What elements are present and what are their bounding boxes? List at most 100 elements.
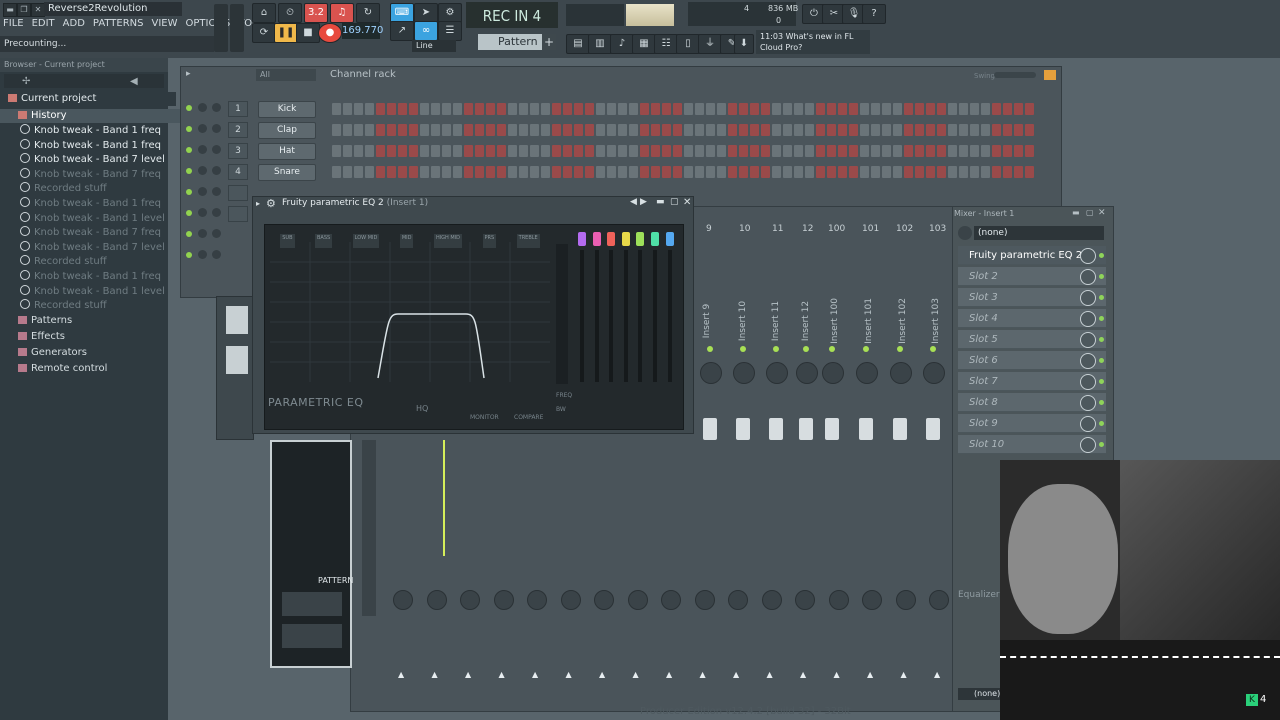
step-button[interactable] (662, 145, 671, 157)
eq-band-handle-icon[interactable] (592, 232, 601, 246)
step-button[interactable] (618, 166, 627, 178)
step-button[interactable] (1025, 166, 1034, 178)
mixer-strip-led-icon[interactable] (897, 346, 903, 352)
pause-button[interactable]: ❚❚ (274, 23, 298, 43)
step-button[interactable] (772, 103, 781, 115)
step-button[interactable] (574, 166, 583, 178)
step-button[interactable] (937, 103, 946, 115)
slot-enable-led-icon[interactable] (1099, 400, 1104, 405)
stereo-knob-icon[interactable] (460, 590, 480, 610)
step-button[interactable] (552, 103, 561, 115)
mixer-minimize-icon[interactable]: ▬ (1072, 208, 1080, 217)
step-button[interactable] (838, 103, 847, 115)
step-button[interactable] (651, 166, 660, 178)
step-button[interactable] (750, 145, 759, 157)
effect-slot[interactable]: Slot 5 (958, 330, 1106, 349)
step-button[interactable] (442, 145, 451, 157)
channel-led-icon[interactable] (186, 210, 192, 216)
history-entry[interactable]: Recorded stuff (0, 299, 107, 313)
channel-number[interactable]: 2 (228, 122, 248, 138)
step-button[interactable] (838, 145, 847, 157)
step-button[interactable] (1014, 145, 1023, 157)
channel-led-icon[interactable] (186, 168, 192, 174)
step-button[interactable] (420, 124, 429, 136)
send-arrow-icon[interactable]: ▲ (834, 670, 840, 679)
step-button[interactable] (651, 124, 660, 136)
step-button[interactable] (629, 103, 638, 115)
step-button[interactable] (750, 103, 759, 115)
step-button[interactable] (541, 166, 550, 178)
send-arrow-icon[interactable]: ▲ (733, 670, 739, 679)
minimize-icon[interactable]: ▬ (3, 3, 17, 17)
step-button[interactable] (508, 166, 517, 178)
slot-enable-led-icon[interactable] (1099, 295, 1104, 300)
step-button[interactable] (618, 103, 627, 115)
step-button[interactable] (673, 103, 682, 115)
step-button[interactable] (926, 145, 935, 157)
step-button[interactable] (827, 166, 836, 178)
step-button[interactable] (915, 145, 924, 157)
step-button[interactable] (409, 166, 418, 178)
snap-select[interactable]: Line (412, 40, 456, 52)
eq-band-fader[interactable] (609, 250, 614, 382)
stereo-knob-icon[interactable] (393, 590, 413, 610)
step-button[interactable] (464, 124, 473, 136)
eq-band-fader[interactable] (667, 250, 672, 382)
step-button[interactable] (728, 145, 737, 157)
history-entry[interactable]: Knob tweak - Band 1 level (0, 284, 165, 299)
menu-patterns[interactable]: PATTERNS (92, 18, 145, 32)
mixer-strip-led-icon[interactable] (930, 346, 936, 352)
send-arrow-icon[interactable]: ▲ (599, 670, 605, 679)
step-button[interactable] (431, 124, 440, 136)
step-button[interactable] (959, 124, 968, 136)
step-button[interactable] (563, 145, 572, 157)
slot-mix-knob-icon[interactable] (1080, 374, 1096, 390)
effect-slot[interactable]: Slot 9 (958, 414, 1106, 433)
step-button[interactable] (508, 124, 517, 136)
stereo-knob-icon[interactable] (795, 590, 815, 610)
pan-knob-icon[interactable] (856, 362, 878, 384)
stereo-knob-icon[interactable] (661, 590, 681, 610)
step-button[interactable] (816, 103, 825, 115)
wait-input-icon[interactable]: ⏲ (278, 3, 302, 23)
plugin-picker-icon[interactable]: ▯ (676, 34, 700, 54)
mixer-strip-name[interactable]: Insert 12 (801, 301, 811, 341)
step-button[interactable] (728, 166, 737, 178)
stereo-knob-icon[interactable] (862, 590, 882, 610)
step-button[interactable] (937, 124, 946, 136)
step-button[interactable] (662, 124, 671, 136)
step-button[interactable] (431, 145, 440, 157)
step-button[interactable] (739, 103, 748, 115)
step-button[interactable] (563, 124, 572, 136)
step-button[interactable] (497, 166, 506, 178)
stereo-knob-icon[interactable] (761, 590, 782, 610)
master-volume-slider[interactable] (214, 4, 228, 52)
step-button[interactable] (530, 124, 539, 136)
step-button[interactable] (618, 124, 627, 136)
step-button[interactable] (519, 124, 528, 136)
browser-folder-remote-control[interactable]: Remote control (0, 362, 107, 376)
step-button[interactable] (981, 103, 990, 115)
step-button[interactable] (926, 166, 935, 178)
channel-led-icon[interactable] (186, 126, 192, 132)
volume-knob-icon[interactable] (212, 145, 221, 154)
eq-response-graph[interactable] (270, 242, 550, 382)
step-button[interactable] (772, 145, 781, 157)
step-button[interactable] (805, 124, 814, 136)
step-button[interactable] (948, 124, 957, 136)
eq-band-handle-icon[interactable] (607, 232, 616, 246)
slot-mix-knob-icon[interactable] (1080, 248, 1096, 264)
send-arrow-icon[interactable]: ▲ (465, 670, 471, 679)
step-button[interactable] (607, 145, 616, 157)
step-button[interactable] (398, 166, 407, 178)
step-button[interactable] (937, 145, 946, 157)
step-button[interactable] (1014, 166, 1023, 178)
slot-mix-knob-icon[interactable] (1080, 269, 1096, 285)
eq-band-handle-icon[interactable] (651, 232, 659, 246)
history-entry[interactable]: Knob tweak - Band 7 level (0, 153, 165, 167)
slot-enable-led-icon[interactable] (1099, 274, 1104, 279)
step-button[interactable] (838, 124, 847, 136)
stereo-knob-icon[interactable] (728, 590, 748, 610)
step-button[interactable] (794, 103, 803, 115)
pan-knob-icon[interactable] (766, 362, 788, 384)
